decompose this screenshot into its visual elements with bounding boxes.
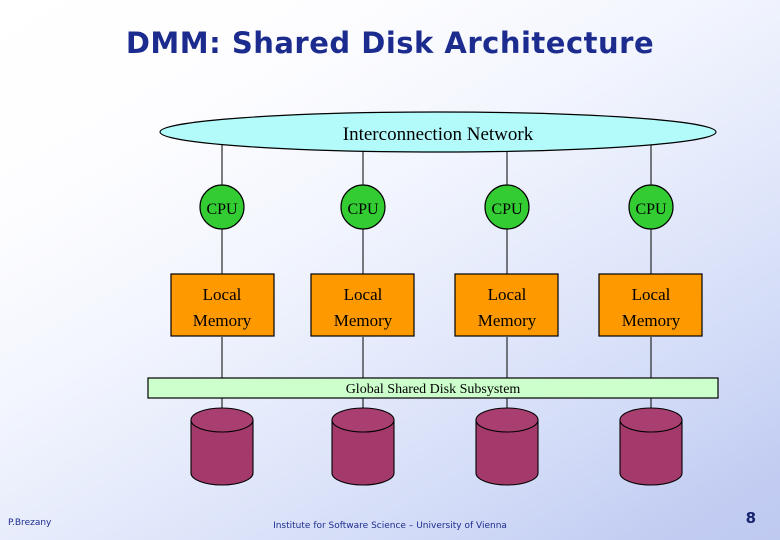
disk-cylinder-top-1 xyxy=(190,407,254,433)
local-memory-node-4[interactable]: Local Memory xyxy=(598,273,703,337)
local-memory-node-3[interactable]: Local Memory xyxy=(454,273,559,337)
cpu-node-3[interactable]: CPU xyxy=(484,184,530,230)
slide-canvas: DMM: Shared Disk Architecture Interconne… xyxy=(0,0,780,540)
disk-cylinder-top-3 xyxy=(475,407,539,433)
cpu-node-1[interactable]: CPU xyxy=(199,184,245,230)
cpu-node-4[interactable]: CPU xyxy=(628,184,674,230)
diagram-svg: Interconnection Network CPU CPU CPU CPU xyxy=(147,111,719,486)
bus-to-disk-connectors xyxy=(221,397,652,418)
disk-cylinder-1[interactable] xyxy=(190,407,254,486)
local-memory-label-4-line2: Memory xyxy=(622,311,681,330)
interconnection-network[interactable]: Interconnection Network xyxy=(159,111,717,153)
local-memory-label-4-line1: Local xyxy=(632,285,671,304)
disk-cylinder-4[interactable] xyxy=(619,407,683,486)
cpu-label-3: CPU xyxy=(491,201,523,218)
local-memory-label-1-line2: Memory xyxy=(193,311,252,330)
local-memory-label-2-line1: Local xyxy=(344,285,383,304)
local-memory-label-3-line2: Memory xyxy=(478,311,537,330)
interconnection-network-label: Interconnection Network xyxy=(343,124,534,145)
cpu-label-2: CPU xyxy=(347,201,379,218)
cpu-label-4: CPU xyxy=(635,201,667,218)
disk-cylinder-3[interactable] xyxy=(475,407,539,486)
architecture-diagram: Interconnection Network CPU CPU CPU CPU xyxy=(0,0,780,540)
footer-page-number: 8 xyxy=(745,509,756,527)
footer-institute: Institute for Software Science – Univers… xyxy=(273,521,507,531)
local-memory-node-1[interactable]: Local Memory xyxy=(170,273,275,337)
disk-cylinder-2[interactable] xyxy=(331,407,395,486)
disk-cylinder-top-2 xyxy=(331,407,395,433)
cpu-label-1: CPU xyxy=(206,201,238,218)
local-memory-label-2-line2: Memory xyxy=(334,311,393,330)
local-memory-label-3-line1: Local xyxy=(488,285,527,304)
cpu-node-2[interactable]: CPU xyxy=(340,184,386,230)
memory-to-bus-connectors xyxy=(221,337,652,379)
local-memory-label-1-line1: Local xyxy=(203,285,242,304)
local-memory-node-2[interactable]: Local Memory xyxy=(310,273,415,337)
global-shared-disk-subsystem-label: Global Shared Disk Subsystem xyxy=(346,382,521,397)
disk-cylinder-top-4 xyxy=(619,407,683,433)
cpu-to-memory-connectors xyxy=(221,228,652,275)
global-shared-disk-subsystem[interactable]: Global Shared Disk Subsystem xyxy=(147,377,719,399)
